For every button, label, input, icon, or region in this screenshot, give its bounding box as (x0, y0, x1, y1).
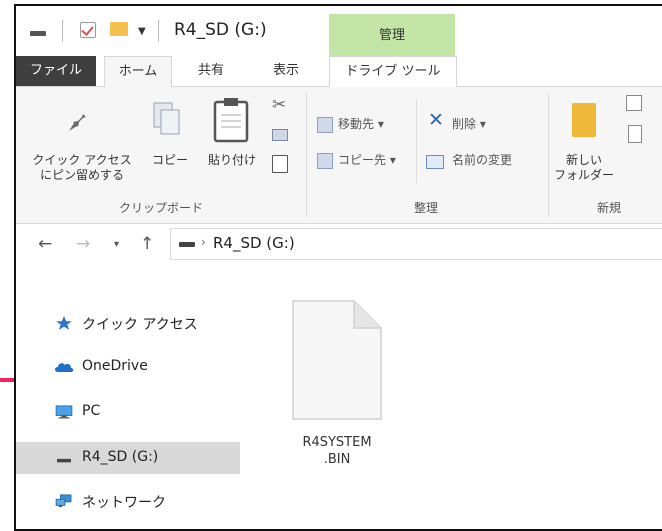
explorer-window: ▼ R4_SD (G:) 管理 ファイル ホーム 共有 表示 ドライブ ツール … (14, 4, 662, 531)
tab-view[interactable]: 表示 (256, 56, 316, 86)
copy-button[interactable]: コピー (152, 153, 188, 168)
paste-shortcut-icon[interactable] (272, 155, 288, 173)
address-bar[interactable]: › R4_SD (G:) (170, 228, 662, 260)
delete-label: 削除 (452, 117, 477, 131)
copy-to-button[interactable]: コピー先 ▾ (338, 151, 396, 168)
navigation-pane: クイック アクセス OneDrive PC R4_SD (G:) ネットワーク (16, 268, 242, 529)
nav-item-onedrive[interactable]: OneDrive (16, 351, 240, 383)
recent-locations-chevron-icon[interactable]: ▾ (114, 239, 119, 250)
tab-home[interactable]: ホーム (104, 56, 172, 88)
cloud-icon (55, 363, 74, 372)
group-label-clipboard: クリップボード (118, 201, 203, 215)
file-list-area: R4SYSTEM .BIN (242, 268, 662, 529)
paste-button[interactable]: 貼り付け (202, 153, 262, 168)
tab-file[interactable]: ファイル (16, 56, 96, 86)
window-title: R4_SD (G:) (174, 20, 267, 40)
up-arrow-icon[interactable]: ↑ (140, 234, 154, 254)
chevron-down-icon[interactable]: ▼ (138, 26, 146, 48)
nav-item-label: PC (82, 403, 101, 419)
tab-manage-label: 管理 (378, 28, 405, 43)
title-bar: ▼ R4_SD (G:) 管理 (16, 6, 662, 56)
group-divider (548, 93, 549, 217)
move-to-button[interactable]: 移動先 ▾ (338, 115, 384, 132)
rename-icon (426, 155, 444, 169)
ribbon: クイック アクセス にピン留めする コピー 貼り付け ✂ クリップボード 移動先… (16, 87, 662, 224)
tab-share[interactable]: 共有 (186, 56, 236, 86)
nav-item-label: クイック アクセス (82, 317, 198, 333)
new-item-icon[interactable] (626, 95, 642, 111)
new-folder-icon (572, 103, 596, 137)
star-icon (56, 316, 72, 330)
drive-icon (179, 242, 195, 247)
move-to-label: 移動先 (338, 117, 375, 131)
divider (158, 20, 159, 42)
nav-item-quick-access[interactable]: クイック アクセス (16, 307, 240, 339)
file-icon (292, 300, 382, 420)
copy-to-icon (317, 153, 333, 169)
nav-item-label: ネットワーク (82, 495, 166, 511)
copy-path-icon[interactable] (272, 129, 288, 141)
monitor-icon (55, 405, 73, 419)
rename-button[interactable]: 名前の変更 (452, 151, 512, 168)
file-name: R4SYSTEM .BIN (302, 435, 372, 467)
nav-item-pc[interactable]: PC (16, 396, 240, 428)
scissors-icon[interactable]: ✂ (272, 95, 286, 115)
breadcrumb-chevron-icon[interactable]: › (201, 235, 206, 249)
nav-item-r4-sd[interactable]: R4_SD (G:) (16, 442, 240, 474)
network-icon (55, 494, 72, 508)
move-to-icon (317, 117, 333, 133)
pin-to-quick-access-button[interactable]: クイック アクセス にピン留めする (32, 153, 132, 183)
forward-arrow-icon[interactable]: → (76, 234, 90, 254)
new-folder-button[interactable]: 新しい フォルダー (554, 153, 614, 183)
paste-icon (213, 98, 249, 143)
group-label-new: 新規 (596, 201, 621, 215)
easy-access-icon[interactable] (628, 125, 642, 143)
delete-button[interactable]: 削除 ▾ (452, 115, 486, 132)
tab-drive-tools[interactable]: ドライブ ツール (329, 56, 457, 87)
group-divider (306, 93, 307, 217)
copy-icon (153, 102, 180, 135)
tab-manage[interactable]: 管理 (329, 14, 455, 56)
nav-item-label: R4_SD (G:) (82, 449, 159, 465)
copy-to-label: コピー先 (338, 153, 387, 167)
nav-item-network[interactable]: ネットワーク (16, 485, 240, 517)
back-arrow-icon[interactable]: ← (38, 234, 52, 254)
group-label-organize: 整理 (413, 201, 438, 215)
properties-icon[interactable] (80, 22, 96, 38)
divider (62, 20, 63, 42)
navigation-bar: ← → ▾ ↑ › R4_SD (G:) (16, 224, 662, 264)
new-folder-icon[interactable] (110, 22, 128, 36)
nav-item-label: OneDrive (82, 358, 148, 374)
ribbon-tabs: ファイル ホーム 共有 表示 ドライブ ツール (16, 56, 662, 88)
delete-icon: ✕ (428, 109, 444, 131)
address-path[interactable]: R4_SD (G:) (213, 234, 295, 252)
drive-icon (57, 458, 71, 463)
divider (416, 99, 417, 183)
pin-icon (69, 109, 86, 131)
drive-icon (30, 31, 46, 36)
